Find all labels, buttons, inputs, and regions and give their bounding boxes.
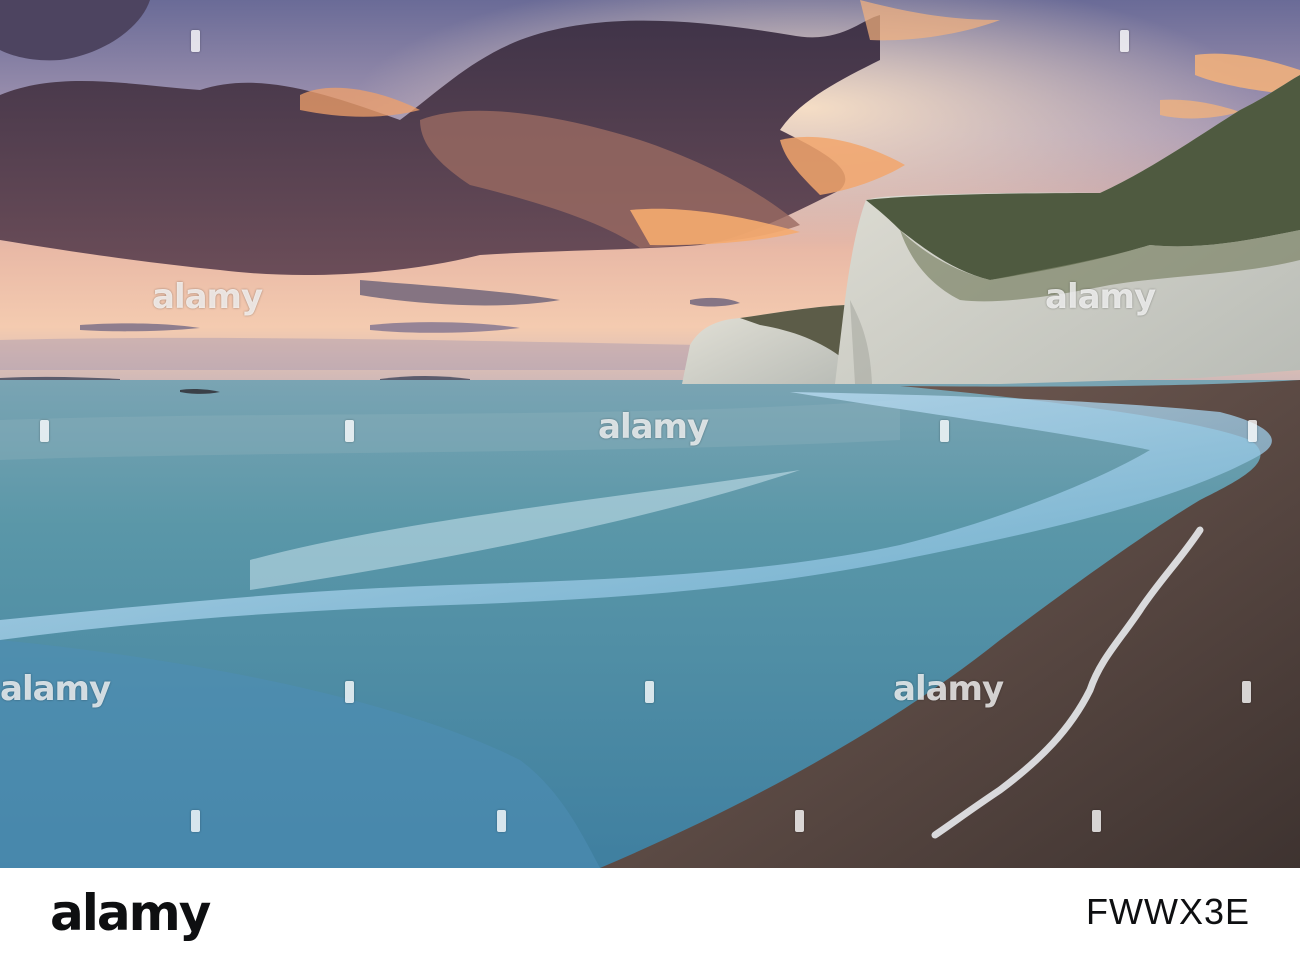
seascape-photo: alamy alamy alamy alamy alamy bbox=[0, 0, 1300, 868]
watermark-text: alamy bbox=[1045, 277, 1156, 317]
watermark-mark bbox=[191, 810, 200, 832]
watermark-mark bbox=[1120, 30, 1129, 52]
watermark-text: alamy bbox=[893, 669, 1004, 709]
watermark-text: alamy bbox=[598, 407, 709, 447]
watermark-mark bbox=[940, 420, 949, 442]
watermark-mark bbox=[645, 681, 654, 703]
watermark-mark bbox=[795, 810, 804, 832]
alamy-logo: alamy bbox=[50, 884, 211, 942]
watermark-mark bbox=[40, 420, 49, 442]
watermark-mark bbox=[1248, 420, 1257, 442]
watermark-mark bbox=[191, 30, 200, 52]
watermark-text: alamy bbox=[0, 669, 111, 709]
watermark-mark bbox=[497, 810, 506, 832]
footer-bar: alamy FWWX3E bbox=[0, 868, 1300, 957]
image-id: FWWX3E bbox=[1086, 891, 1250, 932]
watermark-text: alamy bbox=[152, 277, 263, 317]
watermark-mark bbox=[345, 681, 354, 703]
watermark-mark bbox=[1242, 681, 1251, 703]
watermark-mark bbox=[1092, 810, 1101, 832]
watermark-mark bbox=[345, 420, 354, 442]
